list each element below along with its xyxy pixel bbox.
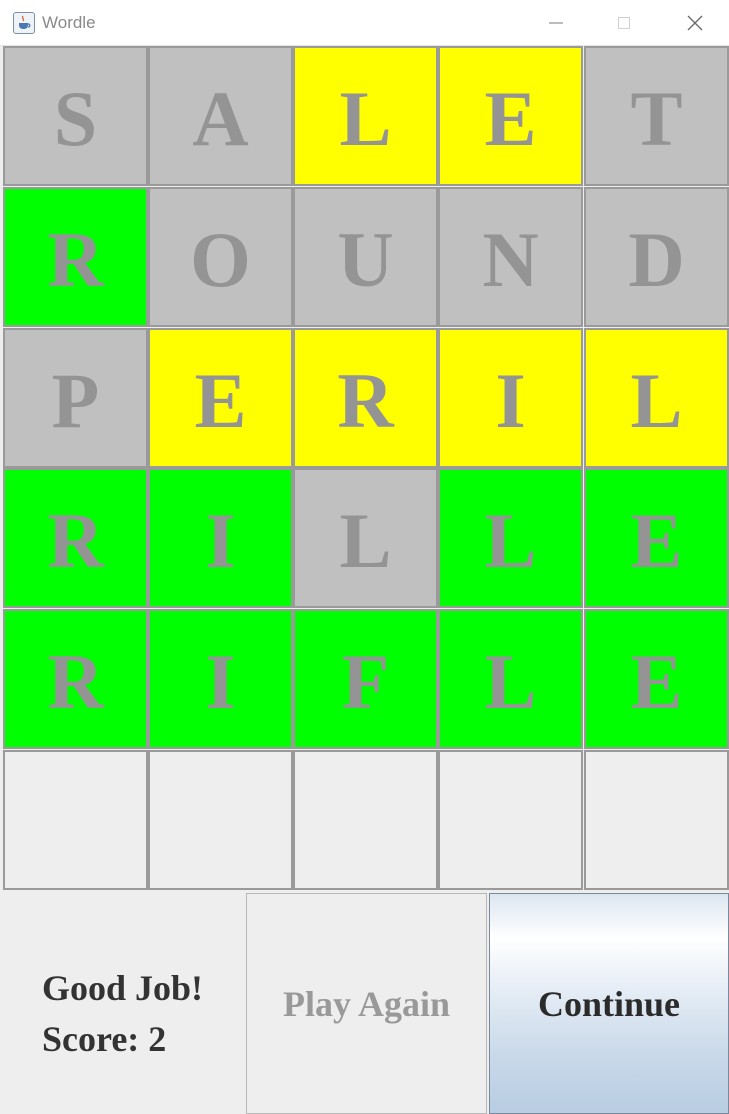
tile-letter: D: [628, 216, 685, 303]
game-board: SALETROUNDPERILRILLERIFLE: [3, 46, 729, 890]
tile-letter: N: [482, 216, 539, 303]
letter-tile: L: [438, 609, 583, 749]
close-icon: [687, 15, 703, 31]
tile-letter: E: [194, 357, 247, 444]
letter-tile: O: [148, 187, 293, 327]
letter-tile: E: [438, 46, 583, 186]
tile-letter: I: [205, 497, 236, 584]
tile-letter: E: [630, 497, 683, 584]
letter-tile: L: [584, 328, 729, 468]
letter-tile: U: [293, 187, 438, 327]
score-label: Score: 2: [42, 1019, 167, 1059]
minimize-button[interactable]: [533, 0, 579, 46]
board-row: RIFLE: [3, 609, 729, 749]
minimize-icon: [549, 22, 563, 24]
tile-letter: L: [339, 497, 392, 584]
letter-tile: T: [584, 46, 729, 186]
tile-letter: R: [47, 216, 104, 303]
letter-tile: S: [3, 46, 148, 186]
tile-letter: E: [630, 638, 683, 725]
board-row: PERIL: [3, 328, 729, 468]
maximize-button[interactable]: [601, 0, 647, 46]
board-row: SALET: [3, 46, 729, 186]
tile-letter: U: [337, 216, 394, 303]
tile-letter: R: [47, 638, 104, 725]
letter-tile: [3, 750, 148, 890]
continue-button[interactable]: Continue: [489, 893, 729, 1114]
play-again-button[interactable]: Play Again: [246, 893, 487, 1114]
java-cup-icon: [13, 12, 35, 34]
letter-tile: E: [148, 328, 293, 468]
letter-tile: E: [584, 609, 729, 749]
window-title: Wordle: [42, 13, 96, 32]
letter-tile: N: [438, 187, 583, 327]
tile-letter: R: [337, 357, 394, 444]
tile-letter: L: [484, 497, 537, 584]
tile-letter: I: [495, 357, 526, 444]
bottom-panel: Good Job! Score: 2 Play Again Continue: [3, 891, 729, 1114]
letter-tile: [584, 750, 729, 890]
letter-tile: F: [293, 609, 438, 749]
letter-tile: [293, 750, 438, 890]
letter-tile: I: [148, 609, 293, 749]
tile-letter: A: [192, 75, 249, 162]
letter-tile: D: [584, 187, 729, 327]
status-message: Good Job!: [42, 968, 204, 1008]
letter-tile: [438, 750, 583, 890]
letter-tile: [148, 750, 293, 890]
tile-letter: T: [630, 75, 683, 162]
letter-tile: E: [584, 468, 729, 608]
tile-letter: L: [630, 357, 683, 444]
board-row: ROU N D: [3, 187, 729, 327]
maximize-icon: [618, 17, 630, 29]
tile-letter: O: [190, 216, 251, 303]
letter-tile: I: [148, 468, 293, 608]
letter-tile: R: [3, 468, 148, 608]
tile-letter: F: [341, 638, 390, 725]
letter-tile: R: [3, 609, 148, 749]
tile-letter: L: [339, 75, 392, 162]
board-row: RILLE: [3, 468, 729, 608]
board-row: [3, 750, 729, 890]
letter-tile: L: [293, 468, 438, 608]
letter-tile: A: [148, 46, 293, 186]
letter-tile: L: [293, 46, 438, 186]
tile-letter: E: [484, 75, 537, 162]
title-bar: Wordle: [0, 0, 729, 46]
tile-letter: R: [47, 497, 104, 584]
tile-letter: S: [53, 75, 98, 162]
letter-tile: L: [438, 468, 583, 608]
tile-letter: I: [205, 638, 236, 725]
letter-tile: P: [3, 328, 148, 468]
letter-tile: I: [438, 328, 583, 468]
letter-tile: R: [3, 187, 148, 327]
status-panel: Good Job! Score: 2: [3, 891, 246, 1114]
tile-letter: P: [51, 357, 100, 444]
close-button[interactable]: [672, 0, 718, 46]
letter-tile: R: [293, 328, 438, 468]
tile-letter: L: [484, 638, 537, 725]
